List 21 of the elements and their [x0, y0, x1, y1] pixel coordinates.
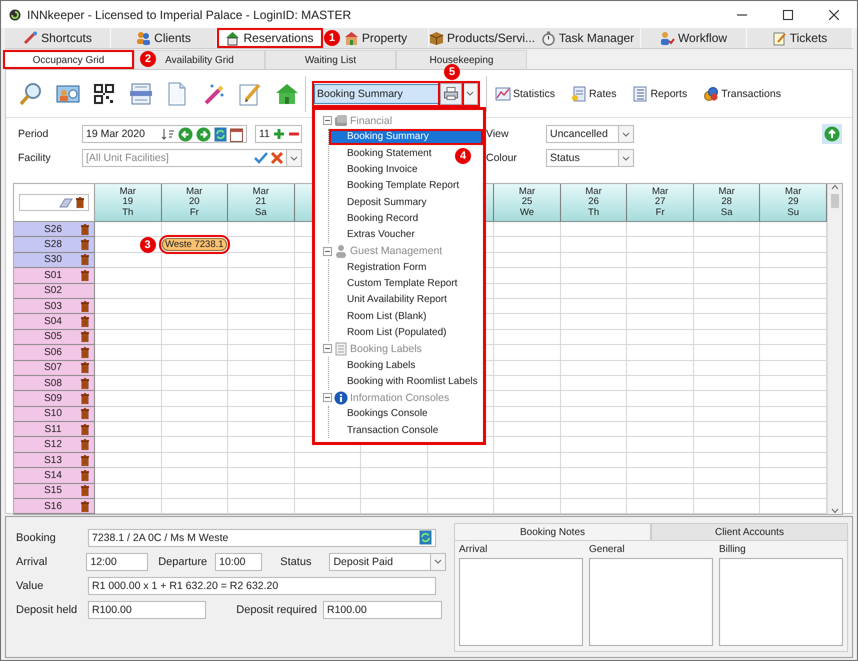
field-label: Departure	[158, 556, 208, 568]
field-label: Period	[18, 128, 50, 140]
group-label: Information Consoles	[350, 392, 450, 404]
field-label: Deposit held	[16, 604, 78, 616]
field-label: Status	[280, 556, 312, 568]
field-label: Booking	[16, 532, 57, 544]
field-label: Deposit required	[235, 604, 317, 616]
field-label: Arrival	[459, 544, 488, 555]
group-label: Guest Management	[350, 245, 442, 258]
window-title: INNkeeper - Licensed to Imperial Palace - LoginID: MASTER	[27, 8, 352, 22]
callout-marker: 4	[455, 148, 471, 164]
field-label: Colour	[486, 152, 518, 164]
field-label: General	[589, 544, 626, 555]
field-label: Facility	[18, 152, 52, 164]
field-label: View	[486, 128, 510, 140]
field-label: Billing	[719, 544, 747, 555]
callout-marker: 3	[140, 236, 156, 253]
group-label: Booking Labels	[350, 342, 422, 355]
field-label: Value	[16, 580, 44, 592]
group-label: Financial	[350, 114, 392, 127]
field-label: Arrival	[16, 556, 48, 568]
